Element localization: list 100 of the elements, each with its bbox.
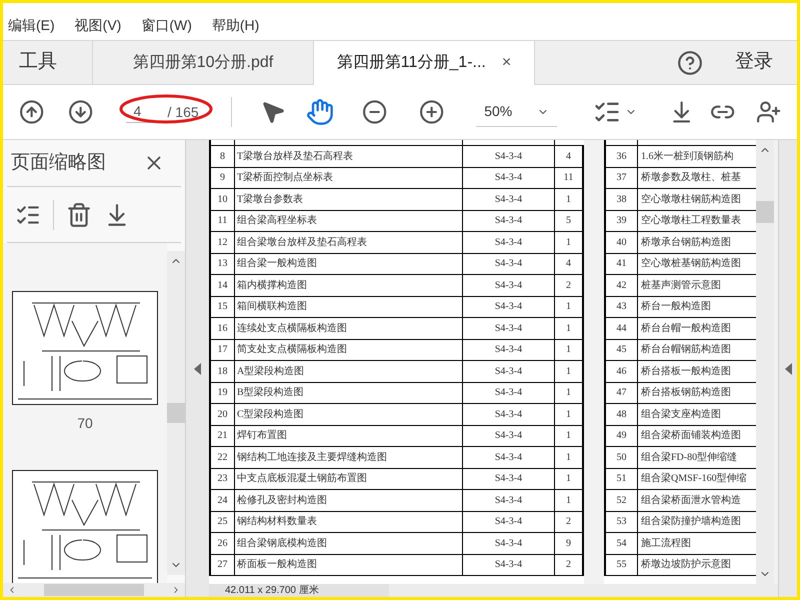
table-cell: S4-3-4 bbox=[463, 189, 555, 210]
table-cell-text: 组合梁FD-80型伸缩缝 bbox=[640, 450, 738, 465]
table-cell: 15 bbox=[211, 296, 235, 317]
table-cell: S4-3-4 bbox=[463, 382, 555, 403]
table-cell: S4-3-4 bbox=[463, 361, 555, 382]
menu-item[interactable]: 窗口(W) bbox=[141, 15, 192, 36]
table-cell: 46 bbox=[606, 361, 638, 382]
menu-item[interactable]: 视图(V) bbox=[74, 15, 122, 36]
table-cell: 21 bbox=[211, 426, 235, 446]
table-cell: 9 bbox=[555, 533, 584, 554]
page-label: 70 bbox=[77, 414, 93, 433]
table-cell: 23 bbox=[211, 468, 235, 489]
table-cell: 组合梁一般构造图 bbox=[235, 254, 463, 274]
table-cell: 14 bbox=[211, 275, 235, 296]
table-cell-text: 组合梁支座构造图 bbox=[640, 408, 722, 422]
menu-item[interactable]: 编辑(E) bbox=[8, 15, 55, 36]
table-cell: S4-3-4 bbox=[463, 426, 555, 446]
document-tab-title[interactable]: 第四册第11分册_1-... bbox=[336, 51, 486, 75]
table-cell-text: 1.6米一桩到顶钢筋构 bbox=[640, 150, 734, 164]
zoom-dropdown[interactable]: 50% bbox=[476, 97, 558, 127]
table-cell: 箱间横联构造图 bbox=[235, 296, 463, 317]
login-button[interactable]: 登录 bbox=[735, 41, 773, 84]
table-cell: S4-3-4 bbox=[463, 232, 555, 252]
table-cell-text: 桥墩参数及墩柱、桩基 bbox=[640, 170, 742, 186]
page-total: / 165 bbox=[168, 102, 199, 122]
table-cell-text: 组合梁QMSF-160型伸缩 bbox=[640, 472, 748, 486]
table-cell: S4-3-4 bbox=[463, 490, 555, 510]
table-cell: S4-3-4 bbox=[463, 296, 555, 317]
table-cell: 9 bbox=[211, 168, 235, 188]
scrollbar-thumb[interactable] bbox=[167, 403, 185, 423]
table-cell: 54 bbox=[606, 533, 638, 554]
table-cell: S4-3-4 bbox=[463, 146, 555, 166]
table-cell: 38 bbox=[606, 189, 638, 210]
table-cell: 10 bbox=[211, 189, 235, 210]
table-cell: 43 bbox=[606, 296, 638, 317]
page-number-field[interactable]: 4 bbox=[126, 101, 160, 123]
table-cell: 连续处支点横隔板构造图 bbox=[235, 318, 463, 338]
table-cell: 44 bbox=[606, 318, 638, 338]
delete-icon[interactable] bbox=[66, 202, 92, 228]
scrollbar-thumb[interactable] bbox=[756, 201, 774, 223]
table-cell: 17 bbox=[211, 340, 235, 360]
hand-icon bbox=[306, 98, 334, 126]
table-cell: 11 bbox=[555, 168, 584, 188]
table-cell: 1 bbox=[555, 318, 584, 338]
table-cell-text: 组合梁防撞护墙构造图 bbox=[640, 514, 742, 530]
table-cell: 5 bbox=[555, 210, 584, 231]
table-cell: C型梁段构造图 bbox=[235, 404, 463, 424]
table-cell: 1 bbox=[555, 232, 584, 252]
page-thumbnail[interactable] bbox=[12, 291, 158, 405]
close-tab-button[interactable]: × bbox=[502, 51, 512, 75]
horizontal-scrollbar[interactable] bbox=[389, 584, 778, 597]
vertical-scrollbar[interactable] bbox=[756, 140, 774, 584]
table-cell: S4-3-4 bbox=[463, 210, 555, 231]
table-cell: 中支点底板混凝土钢筋布置图 bbox=[235, 468, 463, 489]
table-cell: 48 bbox=[606, 404, 638, 424]
table-cell: 1 bbox=[555, 490, 584, 510]
table-cell: 52 bbox=[606, 490, 638, 510]
table-cell: S4-3-4 bbox=[463, 168, 555, 188]
table-cell: 24 bbox=[211, 490, 235, 510]
table-cell: 2 bbox=[555, 512, 584, 532]
table-cell: S4-3-4 bbox=[463, 318, 555, 338]
table-cell-text: 组合梁桥面泄水管构造 bbox=[640, 494, 742, 508]
table-cell: 组合梁高程坐标表 bbox=[235, 210, 463, 231]
table-cell: 1 bbox=[555, 189, 584, 210]
table-cell: S4-3-4 bbox=[463, 254, 555, 274]
document-tab-title[interactable]: 第四册第10分册.pdf bbox=[132, 50, 274, 74]
horizontal-scrollbar[interactable] bbox=[3, 583, 185, 597]
table-cell: 4 bbox=[555, 146, 584, 166]
table-cell: S4-3-4 bbox=[463, 340, 555, 360]
table-cell: S4-3-4 bbox=[463, 533, 555, 554]
table-cell: 36 bbox=[606, 146, 638, 166]
menu-item[interactable]: 帮助(H) bbox=[212, 15, 260, 36]
zoom-out-icon[interactable] bbox=[362, 98, 387, 126]
table-cell: 16 bbox=[211, 318, 235, 338]
table-cell: S4-3-4 bbox=[463, 554, 555, 575]
table-cell-text: 桩基声测管示意图 bbox=[640, 278, 722, 293]
table-cell: 26 bbox=[211, 533, 235, 554]
expand-arrow-icon[interactable] bbox=[784, 362, 792, 374]
table-cell: T梁墩台放样及垫石高程表 bbox=[235, 146, 463, 166]
vertical-scrollbar[interactable] bbox=[167, 251, 185, 575]
next-page-icon[interactable] bbox=[68, 98, 94, 126]
table-cell: 组合梁钢底模构造图 bbox=[235, 533, 463, 554]
previous-page-icon[interactable] bbox=[19, 98, 44, 126]
help-icon[interactable] bbox=[677, 50, 703, 76]
table-cell-text: 组合梁桥面铺装构造图 bbox=[640, 428, 742, 444]
table-cell: 45 bbox=[606, 340, 638, 360]
table-cell: 42 bbox=[606, 275, 638, 296]
table-cell: 1 bbox=[555, 404, 584, 424]
zoom-in-icon[interactable] bbox=[418, 98, 444, 126]
scrollbar-thumb[interactable] bbox=[44, 584, 144, 596]
table-cell: 25 bbox=[211, 512, 235, 532]
table-cell: 1 bbox=[555, 361, 584, 382]
table-cell: A型梁段构造图 bbox=[235, 361, 463, 382]
collapse-arrow-icon[interactable] bbox=[194, 362, 201, 374]
page-thumbnail[interactable] bbox=[12, 470, 158, 583]
table-cell: 焊钉布置图 bbox=[235, 426, 463, 446]
table-cell-text: 桥台搭板一般构造图 bbox=[640, 364, 732, 379]
table-cell: 1 bbox=[555, 447, 584, 468]
document-tab[interactable]: 第四册第11分册_1-... × bbox=[314, 41, 535, 85]
table-cell: T梁墩台参数表 bbox=[235, 189, 463, 210]
